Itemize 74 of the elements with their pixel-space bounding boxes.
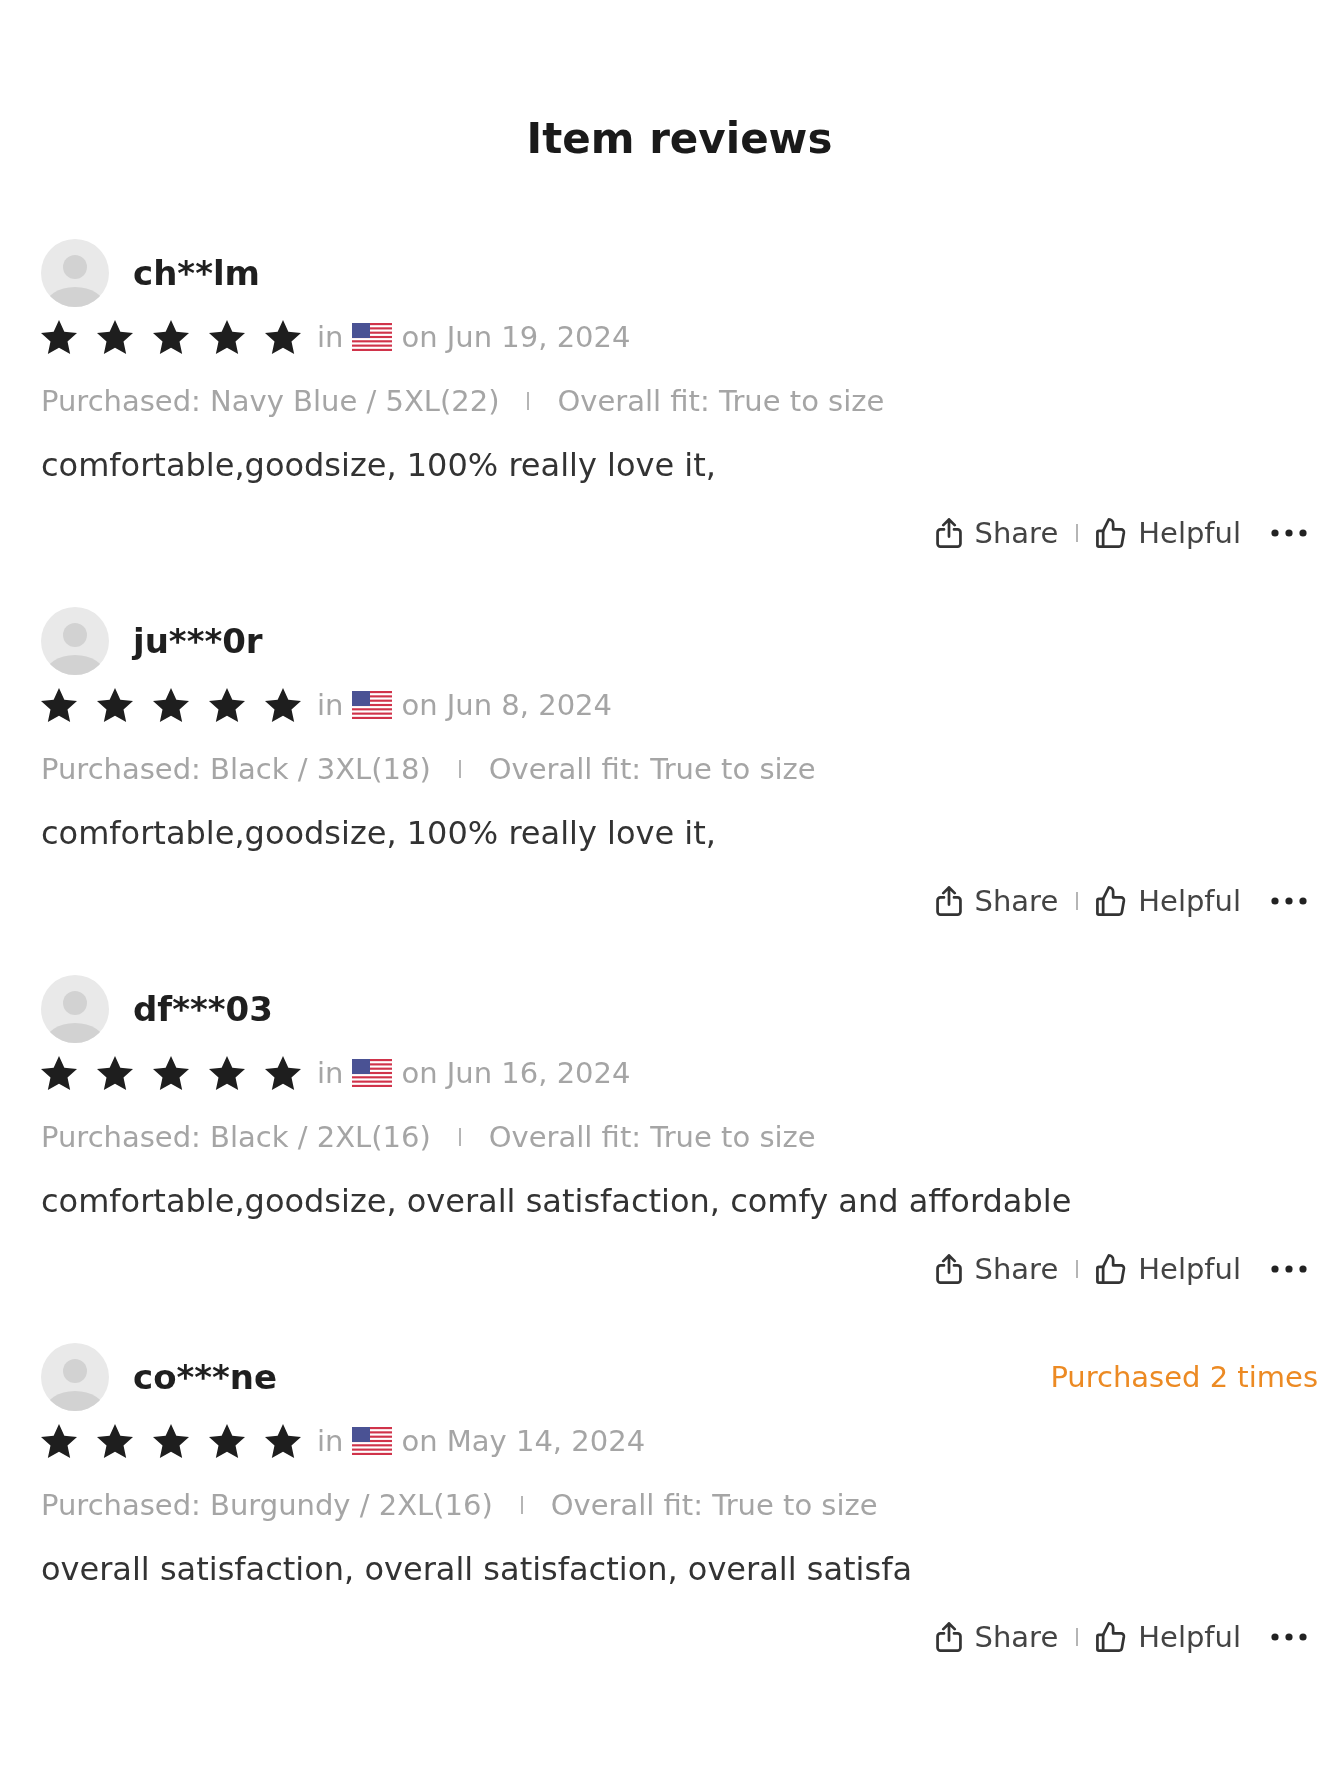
avatar-icon [41,239,109,307]
helpful-button[interactable]: Helpful [1096,1248,1241,1290]
fit-label: Overall fit: True to size [488,752,816,786]
location-label: in [317,1056,344,1090]
star-icon [41,688,77,722]
reviewer-name: ju***0r [133,621,263,661]
share-icon [934,1622,963,1652]
avatar-icon [41,1343,109,1411]
thumbs-up-icon [1096,1622,1127,1652]
star-icon [41,320,77,354]
star-icon [265,688,301,722]
reviewer-name: ch**lm [133,253,260,293]
share-button[interactable]: Share [934,512,1059,554]
review-date: on May 14, 2024 [401,1424,646,1458]
review-date: on Jun 8, 2024 [401,688,612,722]
star-icon [153,1424,189,1458]
star-icon [209,1056,245,1090]
avatar-icon [41,607,109,675]
review-text: comfortable,goodsize, overall satisfaction, comfy and affordable [41,1181,1072,1222]
review-text: overall satisfaction, overall satisfaction, overall satisfa [41,1549,913,1590]
review-text: comfortable,goodsize, 100% really love it, [41,445,716,486]
location-label: in [317,688,344,722]
purchased-variant: Purchased: Black / 3XL(18) [41,752,431,786]
flag-icon [352,1059,393,1087]
purchased-variant: Purchased: Navy Blue / 5XL(22) [41,384,500,418]
thumbs-up-icon [1096,518,1127,548]
share-icon [934,886,963,916]
location-label: in [317,1424,344,1458]
more-icon[interactable] [1271,897,1307,905]
thumbs-up-icon [1096,886,1127,916]
star-icon [153,320,189,354]
flag-icon [352,1427,393,1455]
helpful-button[interactable]: Helpful [1096,1616,1241,1658]
purchased-variant: Purchased: Black / 2XL(16) [41,1120,431,1154]
fit-label: Overall fit: True to size [488,1120,816,1154]
helpful-button[interactable]: Helpful [1096,880,1241,922]
star-icon [265,1056,301,1090]
avatar-icon [41,975,109,1043]
star-icon [209,688,245,722]
fit-label: Overall fit: True to size [557,384,885,418]
reviewer-name: df***03 [133,989,273,1029]
star-icon [41,1056,77,1090]
flag-icon [352,323,393,351]
star-icon [97,688,133,722]
review-date: on Jun 19, 2024 [401,320,631,354]
review-text: comfortable,goodsize, 100% really love it, [41,813,716,854]
star-icon [265,320,301,354]
purchased-variant: Purchased: Burgundy / 2XL(16) [41,1488,493,1522]
star-icon [97,320,133,354]
star-icon [209,1424,245,1458]
helpful-button[interactable]: Helpful [1096,512,1241,554]
star-icon [265,1424,301,1458]
more-icon[interactable] [1271,1265,1307,1273]
star-icon [97,1424,133,1458]
share-button[interactable]: Share [934,1248,1059,1290]
flag-icon [352,691,393,719]
share-button[interactable]: Share [934,880,1059,922]
star-icon [153,688,189,722]
star-icon [97,1056,133,1090]
thumbs-up-icon [1096,1254,1127,1284]
star-icon [153,1056,189,1090]
reviewer-name: co***ne [133,1357,278,1397]
share-button[interactable]: Share [934,1616,1059,1658]
more-icon[interactable] [1271,529,1307,537]
purchase-count-label: Purchased 2 times [1050,1360,1318,1394]
share-icon [934,518,963,548]
star-icon [41,1424,77,1458]
star-icon [209,320,245,354]
more-icon[interactable] [1271,1633,1307,1641]
review-date: on Jun 16, 2024 [401,1056,631,1090]
section-title: Item reviews [526,113,833,165]
fit-label: Overall fit: True to size [550,1488,878,1522]
share-icon [934,1254,963,1284]
location-label: in [317,320,344,354]
